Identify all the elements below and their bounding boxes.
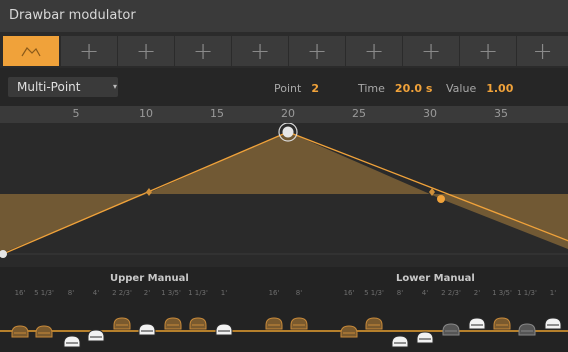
point-label: Point [274,82,302,95]
add-slot-button[interactable]: + [403,36,459,66]
ruler-tick: 25 [352,107,366,120]
drawbar-knob[interactable] [63,335,81,348]
breakpoint-handle[interactable] [437,195,445,203]
drawbar-knob[interactable] [340,325,358,338]
ruler-tick: 5 [72,107,80,120]
breakpoint-handle[interactable] [282,126,294,138]
add-slot-button[interactable]: + [232,36,288,66]
ruler-tick: 35 [494,107,508,120]
drawbar-knob[interactable] [442,323,460,336]
add-slot-button[interactable]: + [118,36,174,66]
drawbar-knob[interactable] [290,317,308,330]
drawbar-knob[interactable] [35,325,53,338]
ruler-tick: 30 [423,107,437,120]
time-label: Time [358,82,385,95]
plus-icon: + [249,37,271,65]
drawbar-knob[interactable] [265,317,283,330]
plus-icon: + [78,37,100,65]
plus-icon: + [135,37,157,65]
drawbar-knob[interactable] [365,317,383,330]
ruler-tick: 20 [281,107,295,120]
drawbar-knob[interactable] [518,323,536,336]
drawbar-knob[interactable] [468,317,486,330]
add-slot-button[interactable]: + [289,36,345,66]
time-ruler[interactable]: 5 10 15 20 25 30 35 [0,106,568,123]
add-slot-button[interactable]: + [346,36,402,66]
drawbar-knob[interactable] [391,335,409,348]
add-slot-button[interactable]: + [517,36,568,66]
envelope-graph[interactable] [0,123,568,267]
envelope-toolbar: Multi-Point ▾ Point 2 Time 20.0 s Value 1.0… [0,68,568,106]
add-slot-button[interactable]: + [460,36,516,66]
add-slot-button[interactable]: + [175,36,231,66]
value-label: Value [446,82,477,95]
drawbar-knob[interactable] [215,323,233,336]
drawbar-knob[interactable] [189,317,207,330]
envelope-icon [21,47,41,57]
modulation-slots: + + + + + + + + + [0,34,568,68]
value-value[interactable]: 1.00 [486,82,513,95]
drawbar-knob[interactable] [544,317,562,330]
ruler-tick: 10 [139,107,153,120]
plus-icon: + [363,37,385,65]
point-readout: Point 2 [274,82,319,95]
point-value[interactable]: 2 [311,82,319,95]
slot-envelope[interactable] [3,36,59,66]
add-slot-button[interactable]: + [61,36,117,66]
value-readout: Value 1.00 [446,82,513,95]
time-readout: Time 20.0 s [358,82,432,95]
drawbar-knob[interactable] [87,329,105,342]
plus-icon: + [420,37,442,65]
plus-icon: + [192,37,214,65]
time-value[interactable]: 20.0 s [395,82,433,95]
ruler-tick: 15 [210,107,224,120]
plus-icon: + [306,37,328,65]
window-title: Drawbar modulator [9,8,136,23]
drawbar-knob[interactable] [493,317,511,330]
mode-dropdown[interactable]: Multi-Point ▾ [8,77,118,97]
drawbar-knob[interactable] [164,317,182,330]
plus-icon: + [477,37,499,65]
drawbar-knob[interactable] [113,317,131,330]
mode-value: Multi-Point [17,80,81,94]
drawbars [0,317,568,348]
drawbar-knob[interactable] [416,331,434,344]
chevron-down-icon: ▾ [113,82,118,91]
plus-icon: + [532,37,553,65]
drawbar-knob[interactable] [138,323,156,336]
drawbar-knob[interactable] [11,325,29,338]
title-bar: Drawbar modulator [0,0,568,32]
